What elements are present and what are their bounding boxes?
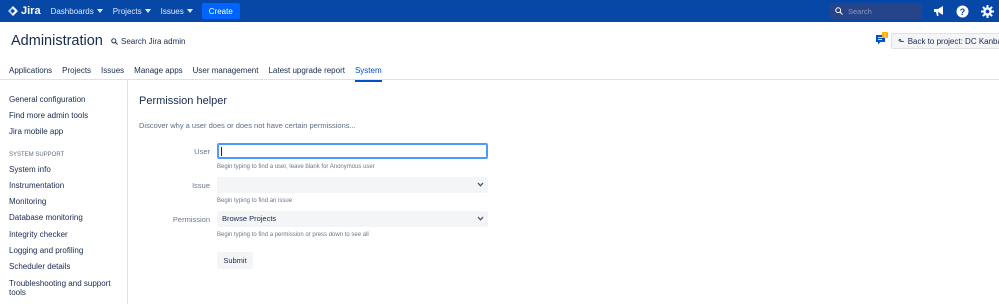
permission-select[interactable]: Browse Projects — [217, 211, 488, 227]
jira-logo-icon — [8, 6, 18, 16]
logo-text: Jira — [21, 5, 41, 17]
user-input[interactable] — [217, 143, 488, 159]
tabs-divider — [0, 79, 999, 80]
chevron-down-icon — [144, 9, 151, 13]
help-button[interactable]: ? — [954, 3, 970, 19]
sidebar-section-heading: SYSTEM SUPPORT — [9, 152, 65, 158]
sidebar-item-integrity-checker[interactable]: Integrity checker — [9, 230, 68, 239]
svg-text:?: ? — [959, 7, 965, 17]
back-to-project-button[interactable]: ⬑ Back to project: DC Kanban — [891, 33, 999, 49]
sidebar-item-instrumentation[interactable]: Instrumentation — [9, 181, 64, 190]
issue-field-label: Issue — [192, 181, 210, 190]
back-to-project-label: Back to project: DC Kanban — [907, 36, 999, 46]
issue-field-hint: Begin typing to find an issue — [217, 198, 293, 204]
submit-button[interactable]: Submit — [217, 252, 253, 269]
sidebar-item-database-monitoring[interactable]: Database monitoring — [9, 213, 83, 222]
help-icon: ? — [956, 5, 968, 17]
notification-count: 1 — [884, 33, 887, 39]
chevron-down-icon — [96, 9, 103, 13]
nav-issues-label: Issues — [160, 6, 184, 16]
nav-projects-menu[interactable]: Projects — [113, 7, 151, 16]
chevron-down-icon — [477, 216, 484, 221]
chevron-down-icon — [477, 182, 484, 187]
chevron-down-icon — [186, 9, 193, 13]
sidebar-item-jira-mobile-app[interactable]: Jira mobile app — [9, 127, 63, 136]
create-button[interactable]: Create — [201, 3, 240, 19]
issue-select[interactable] — [217, 177, 488, 193]
gear-icon — [980, 4, 994, 18]
feedback-button[interactable]: 1 — [876, 32, 889, 50]
sidebar-item-logging-and-profiling[interactable]: Logging and profiling — [9, 246, 83, 255]
user-field-hint: Begin typing to find a user, leave blank… — [217, 164, 375, 170]
sidebar-item-monitoring[interactable]: Monitoring — [9, 197, 46, 206]
nav-issues-menu[interactable]: Issues — [161, 7, 193, 16]
sidebar-item-general-configuration[interactable]: General configuration — [9, 95, 86, 104]
page-description: Discover why a user does or does not hav… — [139, 121, 356, 130]
feedback-icon: 1 — [876, 32, 888, 45]
announcement-button[interactable] — [931, 3, 947, 19]
text-cursor — [221, 147, 222, 156]
sidebar-item-troubleshooting[interactable]: Troubleshooting and support — [9, 279, 111, 288]
arrow-left-icon: ⬑ — [898, 36, 905, 46]
sidebar-item-troubleshooting-continued[interactable]: tools — [9, 288, 26, 297]
settings-button[interactable] — [979, 3, 995, 19]
page-header-title: Administration — [11, 33, 103, 49]
nav-dashboards-menu[interactable]: Dashboards — [51, 7, 103, 16]
jira-logo[interactable]: Jira — [8, 5, 41, 17]
nav-dashboards-label: Dashboards — [50, 6, 94, 16]
megaphone-icon — [933, 6, 943, 16]
nav-projects-label: Projects — [112, 6, 142, 16]
admin-search-link[interactable]: Search Jira admin — [111, 37, 185, 46]
sidebar-item-system-info[interactable]: System info — [9, 165, 51, 174]
permission-select-value: Browse Projects — [222, 214, 277, 223]
user-field-label: User — [194, 147, 210, 156]
page-title: Permission helper — [139, 95, 228, 107]
sidebar-item-find-more-admin-tools[interactable]: Find more admin tools — [9, 111, 88, 120]
admin-search-label: Search Jira admin — [121, 37, 186, 46]
search-icon — [111, 38, 118, 45]
permission-field-hint: Begin typing to find a permission or pre… — [217, 232, 369, 238]
permission-field-label: Permission — [172, 215, 210, 224]
search-placeholder: Search — [848, 6, 872, 16]
admin-sidebar: General configuration Find more admin to… — [0, 80, 128, 304]
search-icon — [835, 7, 843, 15]
sidebar-item-scheduler-details[interactable]: Scheduler details — [9, 262, 70, 271]
global-search-input[interactable]: Search — [830, 3, 922, 19]
